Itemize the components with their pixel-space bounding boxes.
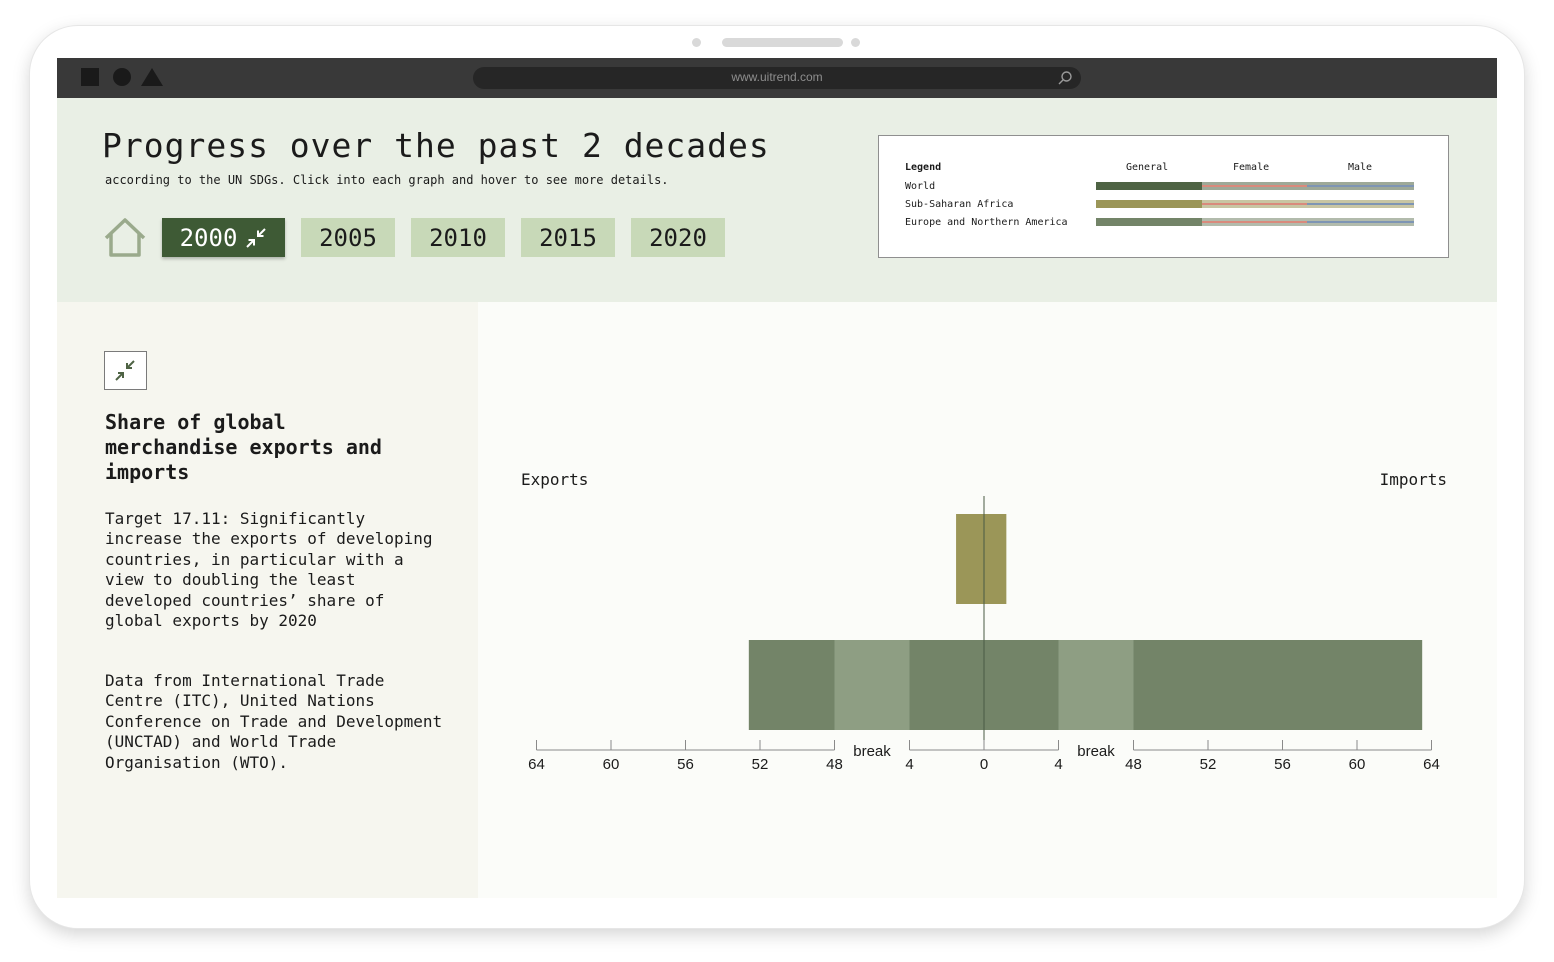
collapse-button[interactable] [104,351,147,390]
x-axis-tick-label: 48 [826,756,843,773]
year-button-2015[interactable]: 2015 [521,218,615,257]
imports-label: Imports [1380,470,1447,489]
legend-swatch-general [1096,182,1202,190]
x-axis-tick-label: 60 [603,756,620,773]
legend-swatch-female-stripe [1202,221,1307,223]
bar-break-band-right [1058,640,1134,730]
year-button-2005[interactable]: 2005 [301,218,395,257]
legend-swatch-male-stripe [1307,203,1414,205]
legend-row-ena: Europe and Northern America [905,217,1068,228]
year-button-2020[interactable]: 2020 [631,218,725,257]
device-frame: www.uitrend.com Progress over the past 2… [30,26,1524,928]
sensor-dot [851,38,860,47]
x-axis-tick-label: 52 [752,756,769,773]
panel-title: Share of global merchandise exports and … [105,410,382,484]
year-button-2010[interactable]: 2010 [411,218,505,257]
data-source: Data from International Trade Centre (IT… [105,671,443,772]
search-icon[interactable] [1057,70,1073,86]
legend-column-female: Female [1233,162,1270,173]
target-description: Target 17.11: Significantly increase the… [105,509,433,631]
year-label: 2015 [539,223,597,252]
circle-icon[interactable] [113,68,131,86]
bar-sub-saharan-africa [956,514,1007,604]
browser-toolbar: www.uitrend.com [57,58,1497,98]
year-label: 2020 [649,223,707,252]
year-label: 2010 [429,223,487,252]
legend-swatch-general [1096,218,1202,226]
camera-dot [692,38,701,47]
speaker-bar [722,38,843,47]
chart-area[interactable]: Exports Imports 64 60 56 52 48 break 4 0 4 break 48 5… [478,302,1497,898]
x-axis-tick-label: 4 [1054,756,1062,773]
x-axis-tick-label: 52 [1200,756,1217,773]
x-axis-tick-label: 60 [1349,756,1366,773]
triangle-icon[interactable] [141,68,163,86]
legend-swatch-male-stripe [1307,185,1414,187]
url-text: www.uitrend.com [731,70,823,84]
year-button-2000[interactable]: 2000 [162,218,285,257]
legend-column-general: General [1126,162,1169,173]
info-panel: Share of global merchandise exports and … [57,302,478,898]
x-axis-break-label: break [853,743,891,760]
legend: Legend General Female Male World Sub-Sah… [878,135,1449,258]
x-axis-tick-label: 56 [677,756,694,773]
legend-swatch-general [1096,200,1202,208]
legend-swatch-male-stripe [1307,221,1414,223]
page-header: Progress over the past 2 decades accordi… [57,98,1497,302]
square-icon[interactable] [81,68,99,86]
x-axis-tick-label: 48 [1125,756,1142,773]
legend-row-ssa: Sub-Saharan Africa [905,199,1014,210]
legend-column-male: Male [1348,162,1373,173]
page-subtitle: according to the UN SDGs. Click into eac… [105,173,669,187]
x-axis-tick-label: 64 [528,756,545,773]
home-icon[interactable] [103,216,147,260]
x-axis-tick-label: 64 [1423,756,1440,773]
x-axis-tick-label: 4 [905,756,913,773]
year-label: 2005 [319,223,377,252]
page-title: Progress over the past 2 decades [102,126,770,165]
legend-swatch-female-stripe [1202,185,1307,187]
exports-label: Exports [521,470,588,489]
legend-title: Legend [905,162,942,173]
legend-row-world: World [905,181,936,192]
x-axis-break-label: break [1077,743,1115,760]
bar-break-band-left [834,640,910,730]
trade-share-chart[interactable]: Exports Imports 64 60 56 52 48 break 4 0 4 break 48 5… [478,302,1497,898]
legend-swatch-female-stripe [1202,203,1307,205]
address-bar[interactable]: www.uitrend.com [473,67,1081,89]
screen: www.uitrend.com Progress over the past 2… [57,58,1497,898]
year-label: 2000 [179,223,238,252]
x-axis-tick-label: 0 [980,756,988,773]
x-axis-tick-label: 56 [1274,756,1291,773]
collapse-icon [115,360,135,381]
collapse-icon [246,227,267,248]
